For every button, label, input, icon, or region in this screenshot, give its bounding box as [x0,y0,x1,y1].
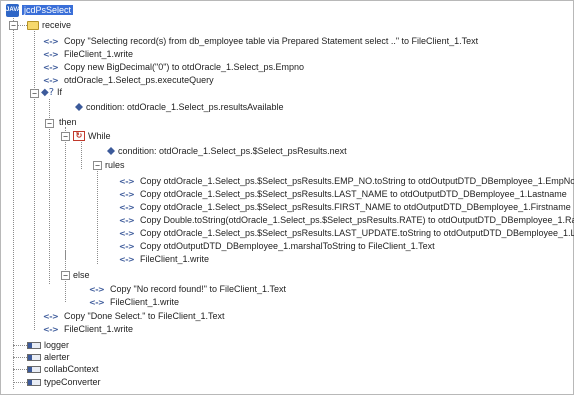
collapse-toggle-if[interactable]: − [30,89,39,98]
node-label: Copy otdOutputDTD_DBemployee_1.marshalTo… [140,241,435,251]
node-label: otdOracle_1.Select_ps.executeQuery [64,75,214,85]
node-label: FileClient_1.write [110,297,180,307]
copy-rule-icon: <-> [43,62,59,72]
node-label: FileClient_1.write [140,254,210,264]
node-label: logger [44,340,70,350]
tree-node-step[interactable]: <-> Copy "No record found!" to FileClien… [89,283,286,295]
tree-node-variable[interactable]: collabContext [27,363,99,375]
condition-icon [75,103,83,111]
tree-node-step[interactable]: <-> otdOracle_1.Select_ps.executeQuery [43,74,214,86]
node-label: If [57,87,63,97]
copy-rule-icon: <-> [43,36,59,46]
tree-node-variable[interactable]: typeConverter [27,376,101,388]
condition-icon [107,147,115,155]
tree-node-step[interactable]: <-> Copy "Done Select." to FileClient_1.… [43,310,224,322]
node-label: While [88,131,111,141]
node-label: Copy Double.toString(otdOracle_1.Select_… [140,215,574,225]
tree-node-rule[interactable]: <-> Copy otdOracle_1.Select_ps.$Select_p… [119,227,574,239]
node-label: Copy "Selecting record(s) from db_employ… [64,36,479,46]
node-label: FileClient_1.write [64,324,134,334]
variable-icon [27,341,41,349]
copy-rule-icon: <-> [119,228,135,238]
variable-icon [27,353,41,361]
node-label: Copy otdOracle_1.Select_ps.$Select_psRes… [140,176,574,186]
variable-icon [27,365,41,373]
node-label: FileClient_1.write [64,49,134,59]
method-call-icon: <-> [119,254,135,264]
node-label: typeConverter [44,377,101,387]
node-label: Copy otdOracle_1.Select_ps.$Select_psRes… [140,202,571,212]
node-label: Copy otdOracle_1.Select_ps.$Select_psRes… [140,189,567,199]
collapse-toggle-receive[interactable]: − [9,21,18,30]
node-label: condition: otdOracle_1.Select_ps.$Select… [118,146,347,156]
copy-rule-icon: <-> [119,189,135,199]
node-label: condition: otdOracle_1.Select_ps.results… [86,102,284,112]
tree-node-step[interactable]: <-> Copy new BigDecimal("0") to otdOracl… [43,61,304,73]
tree-node-step[interactable]: <-> FileClient_1.write [89,296,179,308]
collapse-toggle-while[interactable]: − [61,132,70,141]
copy-rule-icon: <-> [119,241,135,251]
tree-node-rule[interactable]: <-> FileClient_1.write [119,253,209,265]
tree-node-receive[interactable]: receive [27,19,71,31]
node-label: Copy "No record found!" to FileClient_1.… [110,284,286,294]
collapse-toggle-rules[interactable]: − [93,161,102,170]
if-icon: ◆? [41,86,54,98]
node-label: else [73,270,90,280]
method-call-icon: <-> [43,75,59,85]
tree-node-root[interactable]: JAVA jcdPsSelect [6,3,74,17]
variable-icon [27,378,41,386]
tree-node-variable[interactable]: alerter [27,351,70,363]
method-call-icon: <-> [43,324,59,334]
node-label: Copy new BigDecimal("0") to otdOracle_1.… [64,62,305,72]
copy-rule-icon: <-> [89,284,105,294]
tree-node-rule[interactable]: <-> Copy otdOracle_1.Select_ps.$Select_p… [119,188,567,200]
tree-node-step[interactable]: <-> FileClient_1.write [43,48,133,60]
collaboration-tree-panel: JAVA jcdPsSelect − receive <-> Copy "Sel… [0,0,574,395]
node-label: Copy otdOracle_1.Select_ps.$Select_psRes… [140,228,574,238]
tree-node-condition[interactable]: condition: otdOracle_1.Select_ps.$Select… [107,145,347,157]
tree-node-condition[interactable]: condition: otdOracle_1.Select_ps.results… [75,101,283,113]
tree-node-while[interactable]: ↻ While [73,130,111,142]
copy-rule-icon: <-> [119,215,135,225]
tree-node-rules[interactable]: rules [105,159,125,171]
folder-icon [27,20,39,30]
tree-node-rule[interactable]: <-> Copy otdOutputDTD_DBemployee_1.marsh… [119,240,435,252]
tree-node-step[interactable]: <-> Copy "Selecting record(s) from db_em… [43,35,478,47]
copy-rule-icon: <-> [119,176,135,186]
method-call-icon: <-> [89,297,105,307]
copy-rule-icon: <-> [43,311,59,321]
collapse-toggle-else[interactable]: − [61,271,70,280]
tree-node-if[interactable]: ◆? If [41,86,62,98]
node-label: receive [42,20,72,30]
copy-rule-icon: <-> [119,202,135,212]
root-label: jcdPsSelect [22,5,74,15]
tree-node-rule[interactable]: <-> Copy Double.toString(otdOracle_1.Sel… [119,214,574,226]
java-collaboration-icon: JAVA [6,3,21,17]
node-label: Copy "Done Select." to FileClient_1.Text [64,311,225,321]
tree-node-then[interactable]: then [59,116,77,128]
tree-node-step[interactable]: <-> FileClient_1.write [43,323,133,335]
node-label: alerter [44,352,70,362]
tree-node-variable[interactable]: logger [27,339,69,351]
node-label: rules [105,160,125,170]
tree-node-rule[interactable]: <-> Copy otdOracle_1.Select_ps.$Select_p… [119,175,574,187]
collapse-toggle-then[interactable]: − [45,119,54,128]
tree-node-rule[interactable]: <-> Copy otdOracle_1.Select_ps.$Select_p… [119,201,571,213]
while-loop-icon: ↻ [73,131,85,141]
node-label: then [59,117,77,127]
tree-node-else[interactable]: else [73,269,90,281]
node-label: collabContext [44,364,99,374]
method-call-icon: <-> [43,49,59,59]
